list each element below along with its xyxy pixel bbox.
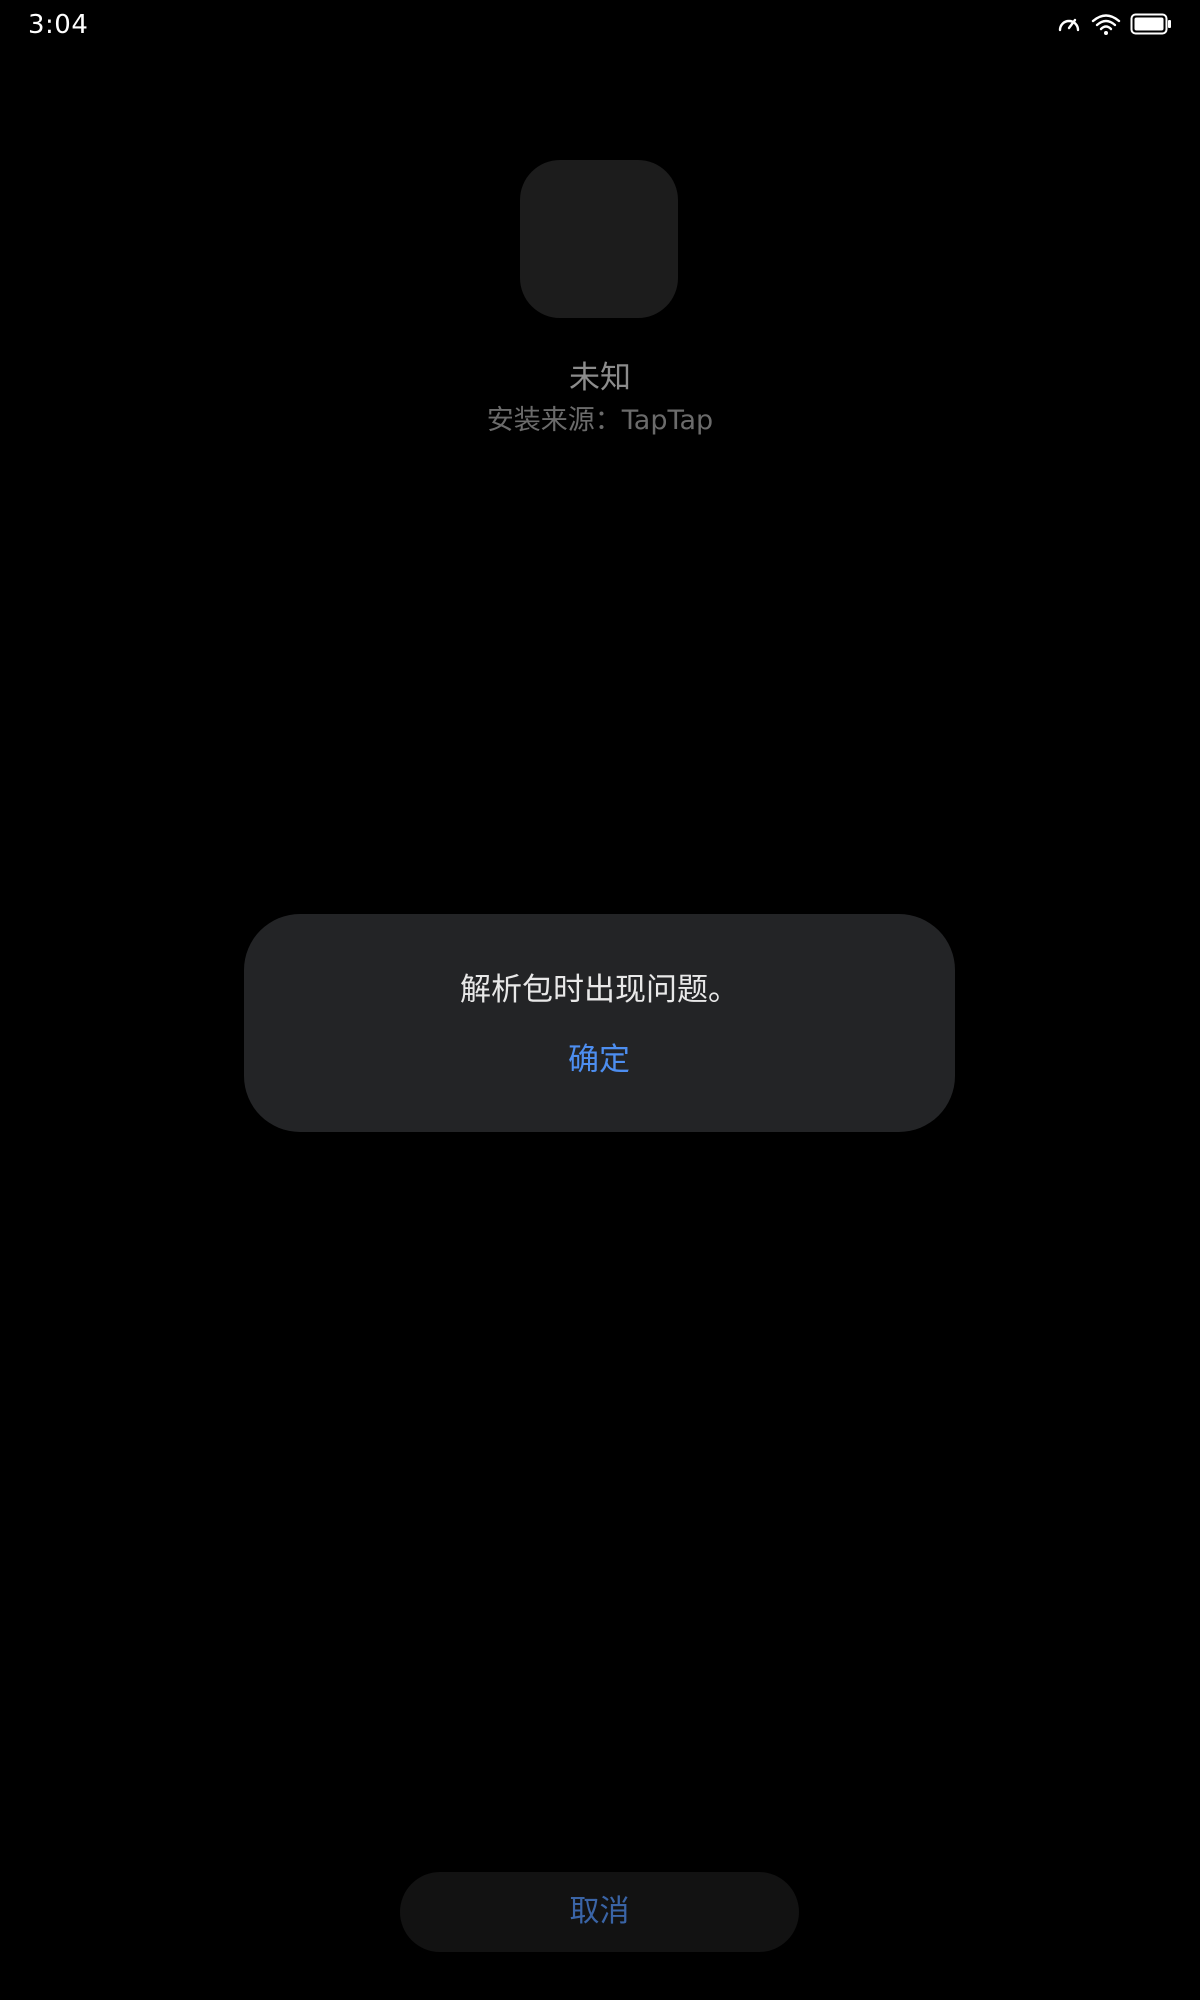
status-time: 3:04 [28, 10, 89, 40]
install-source: 安装来源：TapTap [486, 405, 714, 436]
cancel-button[interactable]: 取消 [400, 1872, 799, 1952]
screen: 3:04 未知 安装来源：TapTap 解析包时出现问题。 确定 取消 [0, 0, 1200, 2000]
app-name: 未知 [569, 360, 631, 396]
status-bar: 3:04 [0, 0, 1200, 50]
status-icons [1056, 12, 1172, 36]
data-saver-icon [1056, 12, 1082, 36]
battery-icon [1130, 12, 1172, 36]
wifi-icon [1090, 12, 1122, 36]
app-icon [520, 160, 678, 318]
dialog-message: 解析包时出现问题。 [460, 972, 739, 1008]
confirm-button[interactable]: 确定 [499, 1030, 699, 1090]
error-dialog: 解析包时出现问题。 确定 [244, 914, 955, 1132]
